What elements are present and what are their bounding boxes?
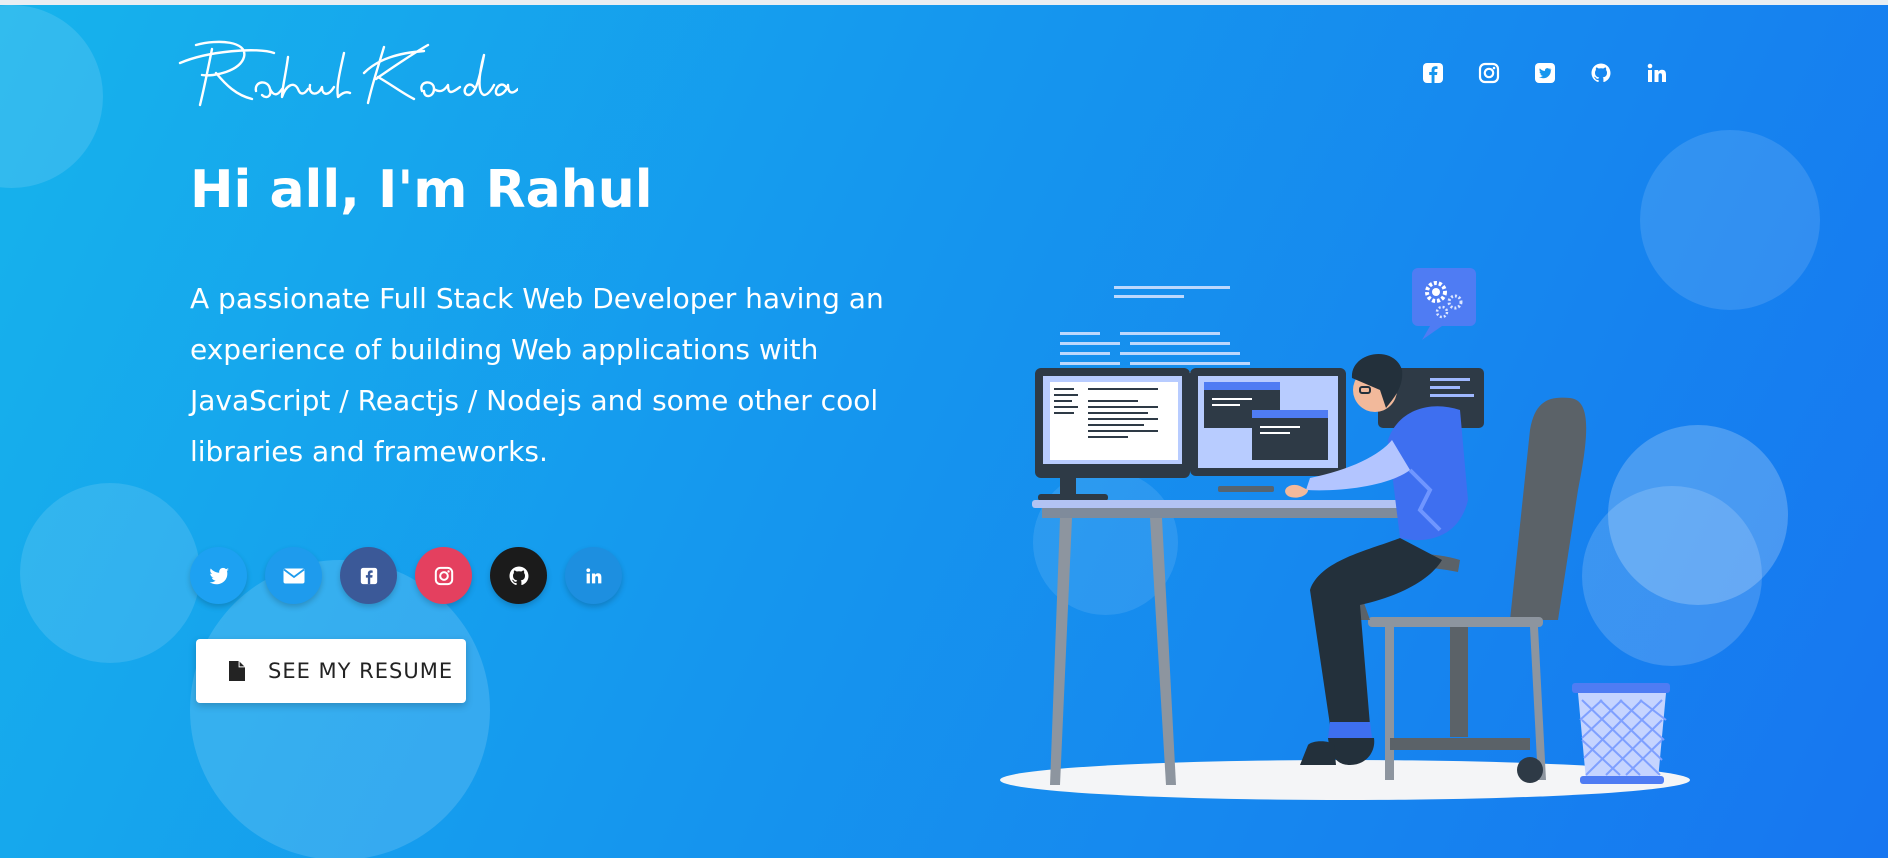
decor-bubble [190, 560, 490, 858]
signature-logo[interactable] [178, 33, 518, 113]
email-button[interactable] [265, 547, 322, 604]
decor-bubble [20, 483, 200, 663]
linkedin-icon[interactable] [1644, 60, 1670, 86]
hero-greeting: Hi all, I'm Rahul [190, 160, 653, 220]
envelope-icon [282, 568, 305, 583]
facebook-icon [360, 567, 377, 584]
twitter-button[interactable] [190, 547, 247, 604]
hero-section: Hi all, I'm Rahul A passionate Full Stac… [0, 5, 1888, 858]
twitter-icon[interactable] [1532, 60, 1558, 86]
linkedin-button[interactable] [565, 547, 622, 604]
github-icon [509, 566, 528, 585]
file-icon [229, 661, 245, 681]
facebook-icon[interactable] [1420, 60, 1446, 86]
decor-bubble [0, 5, 103, 188]
hero-bio: A passionate Full Stack Web Developer ha… [190, 282, 884, 468]
facebook-button[interactable] [340, 547, 397, 604]
see-my-resume-button[interactable]: SEE MY RESUME [196, 639, 466, 703]
instagram-button[interactable] [415, 547, 472, 604]
instagram-icon[interactable] [1476, 60, 1502, 86]
linkedin-icon [585, 567, 601, 583]
github-button[interactable] [490, 547, 547, 604]
header-social-links [1420, 60, 1670, 86]
developer-illustration [1000, 268, 1690, 800]
hero-social-buttons [190, 547, 622, 604]
github-icon[interactable] [1588, 60, 1614, 86]
resume-button-label: SEE MY RESUME [268, 659, 454, 683]
instagram-icon [434, 566, 453, 585]
twitter-icon [209, 567, 229, 584]
